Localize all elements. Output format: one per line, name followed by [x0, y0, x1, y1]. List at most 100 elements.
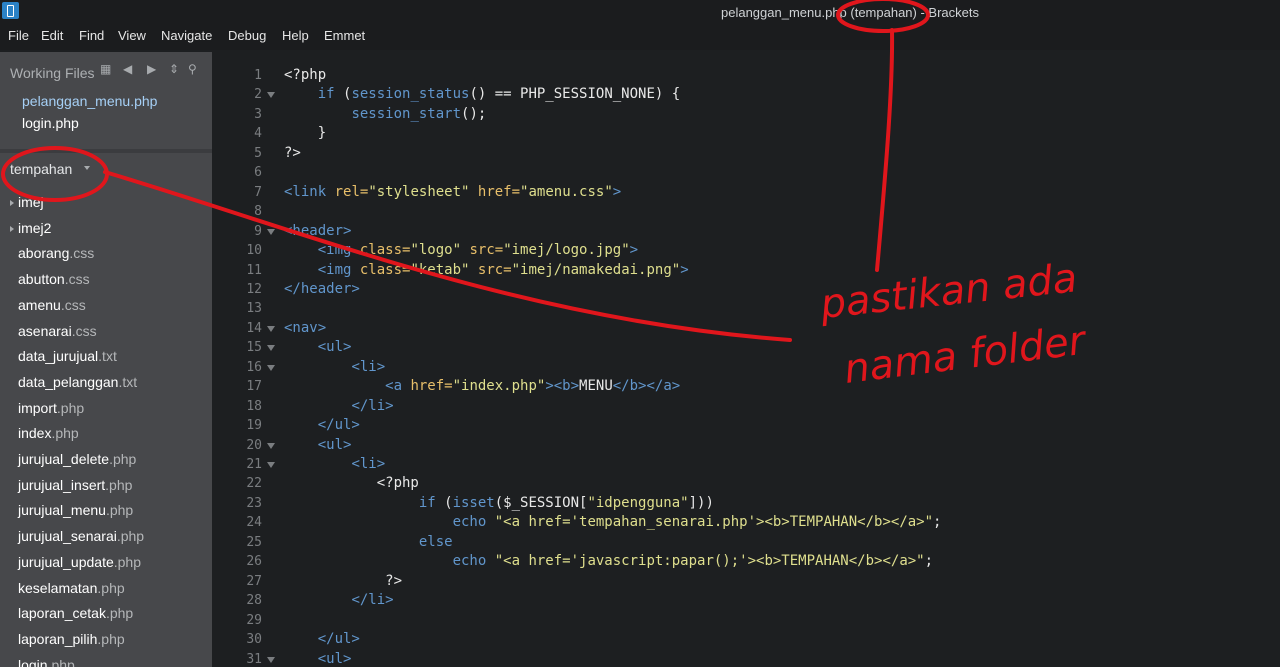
tree-file[interactable]: aborang.css — [18, 245, 94, 261]
line-number: 11 — [246, 262, 262, 278]
tree-file[interactable]: login.php — [18, 657, 75, 667]
brackets-app-icon[interactable] — [2, 2, 19, 19]
code-token: </ul> — [317, 417, 360, 434]
fold-toggle-icon[interactable] — [267, 462, 275, 468]
menu-edit[interactable]: Edit — [41, 28, 63, 43]
code-editor[interactable]: 1 <?php 2 if (session_status() == PHP_SESS… — [212, 52, 1280, 667]
tree-file[interactable]: jurujual_senarai.php — [18, 528, 144, 544]
menu-emmet[interactable]: Emmet — [324, 28, 365, 43]
search-icon[interactable]: ⚲ — [188, 62, 197, 76]
code-line: <?php — [284, 475, 419, 491]
code-line: echo "<a href='javascript:papar();'><b>T… — [284, 553, 933, 569]
tree-file[interactable]: abutton.css — [18, 271, 90, 287]
folder-expand-icon[interactable] — [10, 200, 14, 206]
file-name: index — [18, 425, 52, 442]
menu-help[interactable]: Help — [282, 28, 309, 43]
fold-toggle-icon[interactable] — [267, 325, 275, 332]
file-extension: .txt — [118, 373, 138, 390]
code-line: <li> — [284, 456, 385, 472]
working-file-item[interactable]: login.php — [22, 115, 79, 131]
code-token: ?> — [284, 572, 403, 589]
tree-file[interactable]: amenu.css — [18, 297, 86, 313]
fold-toggle-icon[interactable] — [267, 656, 275, 663]
project-dropdown-icon[interactable] — [84, 166, 90, 170]
tree-file[interactable]: data_jurujual.txt — [18, 348, 117, 364]
tree-file[interactable]: import.php — [18, 400, 84, 416]
tree-file[interactable]: laporan_cetak.php — [18, 605, 133, 621]
line-number: 6 — [254, 165, 262, 181]
code-token: > — [680, 261, 689, 278]
tree-file[interactable]: jurujual_update.php — [18, 554, 141, 570]
tree-file[interactable]: jurujual_menu.php — [18, 502, 133, 518]
code-token: <ul> — [317, 339, 352, 356]
folder-expand-icon[interactable] — [10, 225, 14, 232]
code-line: ?> — [284, 145, 301, 161]
code-line: </li> — [284, 592, 393, 608]
line-number: 10 — [246, 243, 262, 259]
code-token: echo — [452, 514, 487, 531]
tree-file[interactable]: data_pelanggan.txt — [18, 374, 137, 390]
code-token: ( — [334, 86, 352, 103]
file-extension: .css — [64, 271, 90, 288]
code-line: if (session_status() == PHP_SESSION_NONE… — [284, 86, 680, 102]
menu-find[interactable]: Find — [79, 28, 104, 43]
tree-folder[interactable]: imej2 — [18, 220, 51, 236]
title-bar: pelanggan_menu.php (tempahan) - Brackets — [0, 0, 1280, 24]
tree-file[interactable]: jurujual_delete.php — [18, 451, 136, 467]
file-extension: .php — [116, 528, 145, 545]
code-token: <li> — [351, 358, 386, 375]
project-name[interactable]: tempahan — [10, 161, 72, 177]
code-line: </ul> — [284, 417, 360, 433]
file-extension: .css — [71, 322, 97, 339]
fold-toggle-icon[interactable] — [267, 364, 275, 371]
menu-view[interactable]: View — [118, 28, 146, 43]
working-files-header: Working Files — [10, 65, 95, 81]
line-number: 8 — [254, 204, 262, 220]
tree-folder[interactable]: imej — [18, 194, 44, 210]
tree-file[interactable]: jurujual_insert.php — [18, 477, 132, 493]
code-token: class= — [351, 242, 411, 259]
code-token: ])) — [688, 494, 714, 511]
working-file-item[interactable]: pelanggan_menu.php — [22, 93, 157, 109]
fold-toggle-icon[interactable] — [267, 345, 275, 352]
code-token: src= — [469, 261, 512, 278]
menu-navigate[interactable]: Navigate — [161, 28, 212, 43]
file-name: import — [18, 399, 57, 416]
fold-toggle-icon[interactable] — [267, 442, 275, 449]
code-token: rel= — [326, 183, 369, 200]
tree-file[interactable]: keselamatan.php — [18, 580, 125, 596]
line-number: 29 — [246, 612, 262, 628]
navigate-forward-icon[interactable]: ▶ — [147, 62, 156, 76]
tree-file[interactable]: asenarai.css — [18, 323, 97, 339]
tree-file[interactable]: laporan_pilih.php — [18, 631, 125, 647]
file-name: asenarai — [18, 322, 72, 339]
sort-icon[interactable]: ⇕ — [169, 62, 179, 76]
split-view-icon[interactable]: ▦ — [100, 62, 111, 76]
file-extension: .css — [69, 245, 95, 262]
file-name: jurujual_insert — [18, 476, 106, 493]
window-title: pelanggan_menu.php (tempahan) - Brackets — [721, 5, 979, 20]
file-name: laporan_cetak — [18, 605, 106, 622]
menu-debug[interactable]: Debug — [228, 28, 266, 43]
line-number: 7 — [254, 184, 262, 200]
navigate-back-icon[interactable]: ◀ — [123, 62, 132, 76]
line-number: 27 — [246, 573, 262, 589]
line-number: 3 — [254, 106, 262, 122]
code-token: MENU — [579, 378, 613, 395]
fold-toggle-icon[interactable] — [267, 92, 275, 99]
code-token: if — [418, 494, 436, 511]
code-line: echo "<a href='tempahan_senarai.php'><b>… — [284, 514, 942, 531]
file-extension: .txt — [98, 348, 117, 365]
fold-toggle-icon[interactable] — [267, 228, 275, 235]
code-token: ( — [435, 494, 453, 511]
tree-file[interactable]: index.php — [18, 425, 79, 441]
menu-file[interactable]: File — [8, 28, 29, 43]
